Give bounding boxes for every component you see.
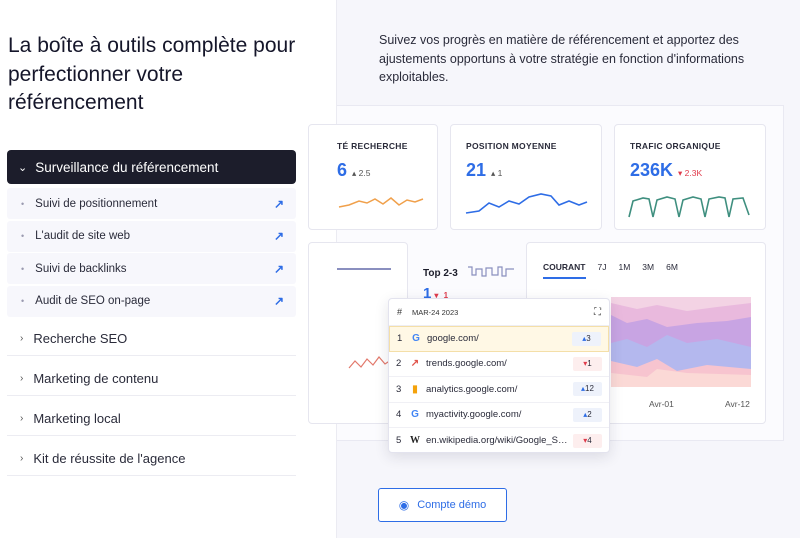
table-row[interactable]: 5 W en.wikipedia.org/wiki/Google_Se... ▾… [389, 428, 609, 454]
subitem-label: L'audit de site web [35, 230, 131, 242]
metric-title: TRAFIC ORGANIQUE [630, 141, 721, 151]
bullet-icon: • [21, 263, 25, 274]
table-row[interactable]: 2 ↗ trends.google.com/ ▾1 [389, 352, 609, 377]
accordion-label: Marketing local [33, 411, 121, 426]
features-column: La boîte à outils complète pour perfecti… [0, 0, 336, 538]
accordion-label: Kit de réussite de l'agence [33, 451, 186, 466]
table-row[interactable]: 3 ▮ analytics.google.com/ ▴12 [389, 377, 609, 403]
chevron-right-icon: › [20, 373, 24, 384]
table-row[interactable]: 1 G google.com/ ▴3 [389, 326, 609, 352]
url: analytics.google.com/ [426, 383, 518, 395]
accordion-seo-monitoring[interactable]: ⌄ Surveillance du référencement [7, 150, 296, 184]
expand-icon[interactable]: ⛶ [594, 307, 601, 318]
metric-value: 236K ▾ 2.3K [630, 160, 703, 180]
chevron-down-icon: ⌄ [18, 161, 28, 174]
subitem-label: Suivi de backlinks [35, 262, 127, 275]
rank: 5 [396, 435, 402, 447]
url: google.com/ [427, 333, 479, 345]
url: trends.google.com/ [426, 358, 507, 370]
metric-delta: ▴ 2.5 [352, 168, 371, 178]
url: myactivity.google.com/ [426, 409, 522, 421]
table-row[interactable]: 4 G myactivity.google.com/ ▴2 [389, 403, 609, 428]
change-badge: ▴3 [572, 331, 601, 346]
subitem-site-audit[interactable]: • L'audit de site web ↗ [7, 220, 296, 252]
demo-account-button[interactable]: ◉ Compte démo [378, 488, 507, 522]
google-icon: G [412, 333, 420, 345]
subitem-backlinks[interactable]: • Suivi de backlinks ↗ [7, 253, 296, 284]
accordion-content-marketing[interactable]: › Marketing de contenu [7, 362, 296, 396]
metric-value: 21 ▴ 1 [466, 160, 503, 180]
arrow-up-right-icon: ↗ [273, 294, 284, 308]
rank: 2 [396, 358, 402, 370]
trend-icon: ↗ [410, 358, 420, 370]
section-description: Suivez vos progrès en matière de référen… [379, 33, 745, 84]
chevron-right-icon: › [20, 333, 24, 344]
metric-value: 6 ▴ 2.5 [337, 160, 371, 180]
top-2-3-sparkline [468, 266, 514, 277]
metric-card-organic-traffic: TRAFIC ORGANIQUE 236K ▾ 2.3K [614, 124, 766, 230]
change-badge: ▴12 [573, 382, 602, 397]
metric-title: POSITION MOYENNE [466, 141, 557, 151]
metric-card-avg-position: POSITION MOYENNE 21 ▴ 1 [450, 124, 602, 230]
change-badge: ▾1 [573, 356, 602, 371]
subitem-label: Suivi de positionnement [35, 197, 158, 210]
accordion-agency-kit[interactable]: › Kit de réussite de l'agence [7, 442, 296, 476]
page-title: La boîte à outils complète pour perfecti… [8, 34, 296, 114]
chevron-right-icon: › [20, 413, 24, 424]
demo-button-label: Compte démo [417, 499, 487, 511]
google-icon: G [411, 409, 419, 421]
metric-card-visibility: TÉ RECHERCHE 6 ▴ 2.5 [308, 124, 438, 230]
sparkline-visibility [338, 197, 424, 208]
accordion-label: Marketing de contenu [33, 371, 159, 386]
hash-icon: # [397, 307, 403, 317]
subitem-label: Audit de SEO on-page [35, 295, 151, 307]
ranking-popover: # MAR-24 2023 ⛶ 1 G google.com/ ▴3 2 ↗ t… [388, 298, 610, 453]
eye-icon: ◉ [398, 498, 410, 512]
bullet-icon: • [21, 296, 25, 306]
popover-date: MAR-24 2023 [412, 307, 459, 317]
arrow-up-right-icon: ↗ [273, 229, 284, 243]
accordion-label: Recherche SEO [33, 331, 128, 346]
metric-delta: ▴ 1 [491, 168, 503, 178]
metric-delta: ▾ 2.3K [678, 168, 703, 178]
arrow-up-right-icon: ↗ [273, 261, 284, 276]
rank: 3 [396, 383, 402, 395]
arrow-up-right-icon: ↗ [273, 196, 284, 211]
bullet-icon: • [21, 198, 25, 209]
top-2-3-title: Top 2-3 [423, 268, 458, 279]
wikipedia-icon: W [410, 435, 420, 447]
metric-title: TÉ RECHERCHE [337, 141, 408, 151]
x-axis-label: Avr-01 [649, 399, 674, 409]
change-badge: ▾4 [573, 433, 602, 448]
url: en.wikipedia.org/wiki/Google_Se... [426, 435, 569, 447]
sparkline-avg-position [465, 193, 588, 214]
analytics-icon: ▮ [412, 383, 418, 395]
accordion-subitems: • Suivi de positionnement ↗ • L'audit de… [7, 188, 296, 318]
bullet-icon: • [21, 231, 25, 241]
sparkline-organic-traffic [628, 196, 750, 218]
rank: 1 [397, 333, 403, 345]
chevron-right-icon: › [20, 453, 24, 464]
accordion-seo-research[interactable]: › Recherche SEO [7, 322, 296, 356]
accordion-label: Surveillance du référencement [35, 159, 219, 175]
rank: 4 [396, 409, 402, 421]
accordion-local-marketing[interactable]: › Marketing local [7, 402, 296, 436]
x-axis-label: Avr-12 [725, 399, 750, 409]
change-badge: ▴2 [573, 407, 602, 422]
subitem-onpage-audit[interactable]: • Audit de SEO on-page ↗ [7, 285, 296, 317]
popover-header: # MAR-24 2023 ⛶ [389, 299, 609, 326]
subitem-rank-tracking[interactable]: • Suivi de positionnement ↗ [7, 188, 296, 219]
